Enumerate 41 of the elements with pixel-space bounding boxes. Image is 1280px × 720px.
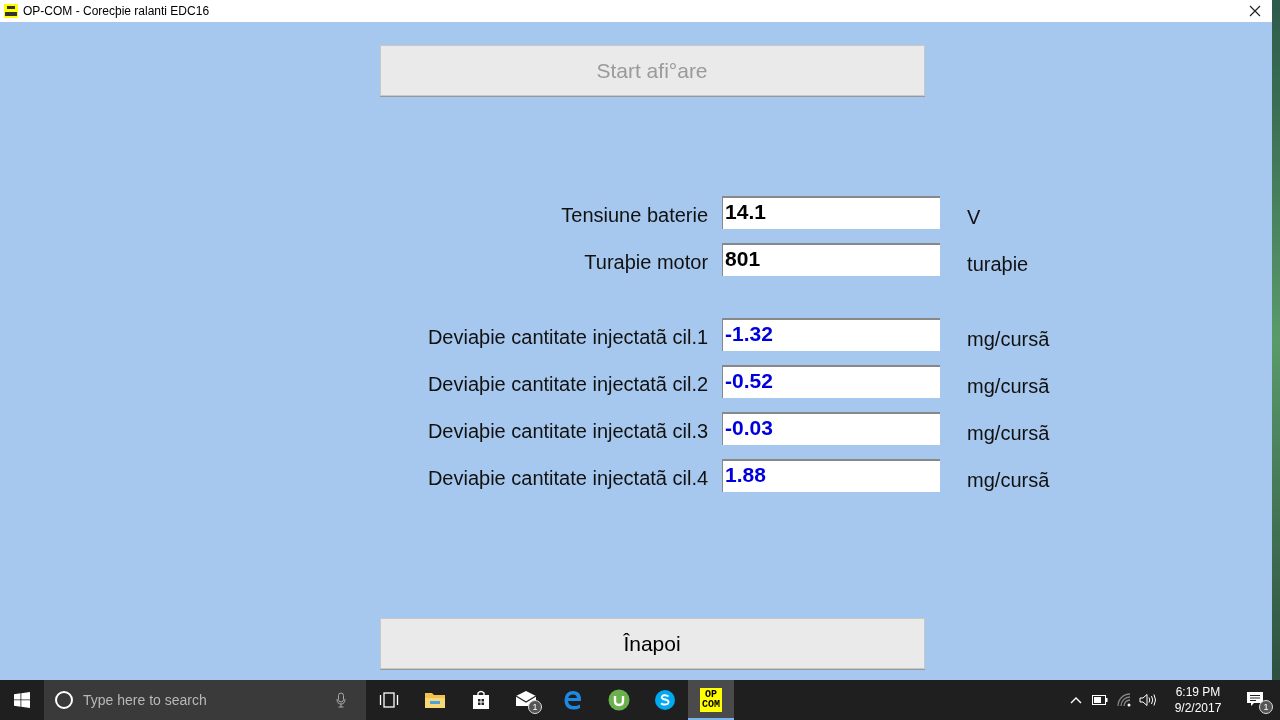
taskbar-app-button[interactable]: 1 xyxy=(504,680,550,720)
caret-up-icon xyxy=(1070,696,1082,704)
unit-label: mg/cursã xyxy=(966,469,1051,492)
wifi-icon xyxy=(1116,693,1132,707)
window-title: OP-COM - Corecþie ralanti EDC16 xyxy=(23,4,210,18)
microphone-icon xyxy=(336,692,346,708)
field-label: Deviaþie cantitate injectatã cil.3 xyxy=(427,420,709,444)
windows-logo-icon xyxy=(14,692,30,708)
unit-label: turaþie xyxy=(966,253,1030,276)
field-label: Deviaþie cantitate injectatã cil.4 xyxy=(427,467,709,491)
value-field: -0.03 xyxy=(722,412,941,445)
skype-s-icon xyxy=(654,689,676,711)
browser-e-icon xyxy=(563,690,583,710)
shopping-bag-icon xyxy=(472,690,490,710)
clock-button[interactable]: 6:19 PM 9/2/2017 xyxy=(1160,680,1236,720)
unit-label: mg/cursã xyxy=(966,328,1051,351)
field-label: Turaþie motor xyxy=(583,251,709,275)
value-field: 1.88 xyxy=(722,459,941,492)
value-field: 801 xyxy=(722,243,941,276)
unit-label: V xyxy=(966,206,982,229)
search-field[interactable]: Type here to search xyxy=(44,680,366,720)
value-field: -1.32 xyxy=(722,318,941,351)
task-view-icon xyxy=(379,692,399,708)
circle-icon xyxy=(54,690,74,710)
back-button[interactable]: Înapoi xyxy=(379,618,925,669)
unit-label: mg/cursã xyxy=(966,422,1051,445)
speaker-icon xyxy=(1139,693,1157,707)
value-field: 14.1 xyxy=(722,196,941,229)
field-label: Tensiune baterie xyxy=(560,204,709,228)
battery-icon xyxy=(1092,695,1108,705)
value-field: -0.52 xyxy=(722,365,941,398)
folder-icon xyxy=(424,691,446,709)
field-label: Deviaþie cantitate injectatã cil.1 xyxy=(427,326,709,350)
opcom-logo-icon: OP COM xyxy=(700,688,722,712)
field-label: Deviaþie cantitate injectatã cil.2 xyxy=(427,373,709,397)
taskbar-app-button[interactable]: OP COM xyxy=(688,680,734,720)
notifications-button[interactable]: 1 xyxy=(1236,680,1280,720)
app-logo-icon xyxy=(4,4,18,18)
close-icon xyxy=(1249,5,1261,17)
unit-label: mg/cursã xyxy=(966,375,1051,398)
torrent-u-icon xyxy=(608,689,630,711)
